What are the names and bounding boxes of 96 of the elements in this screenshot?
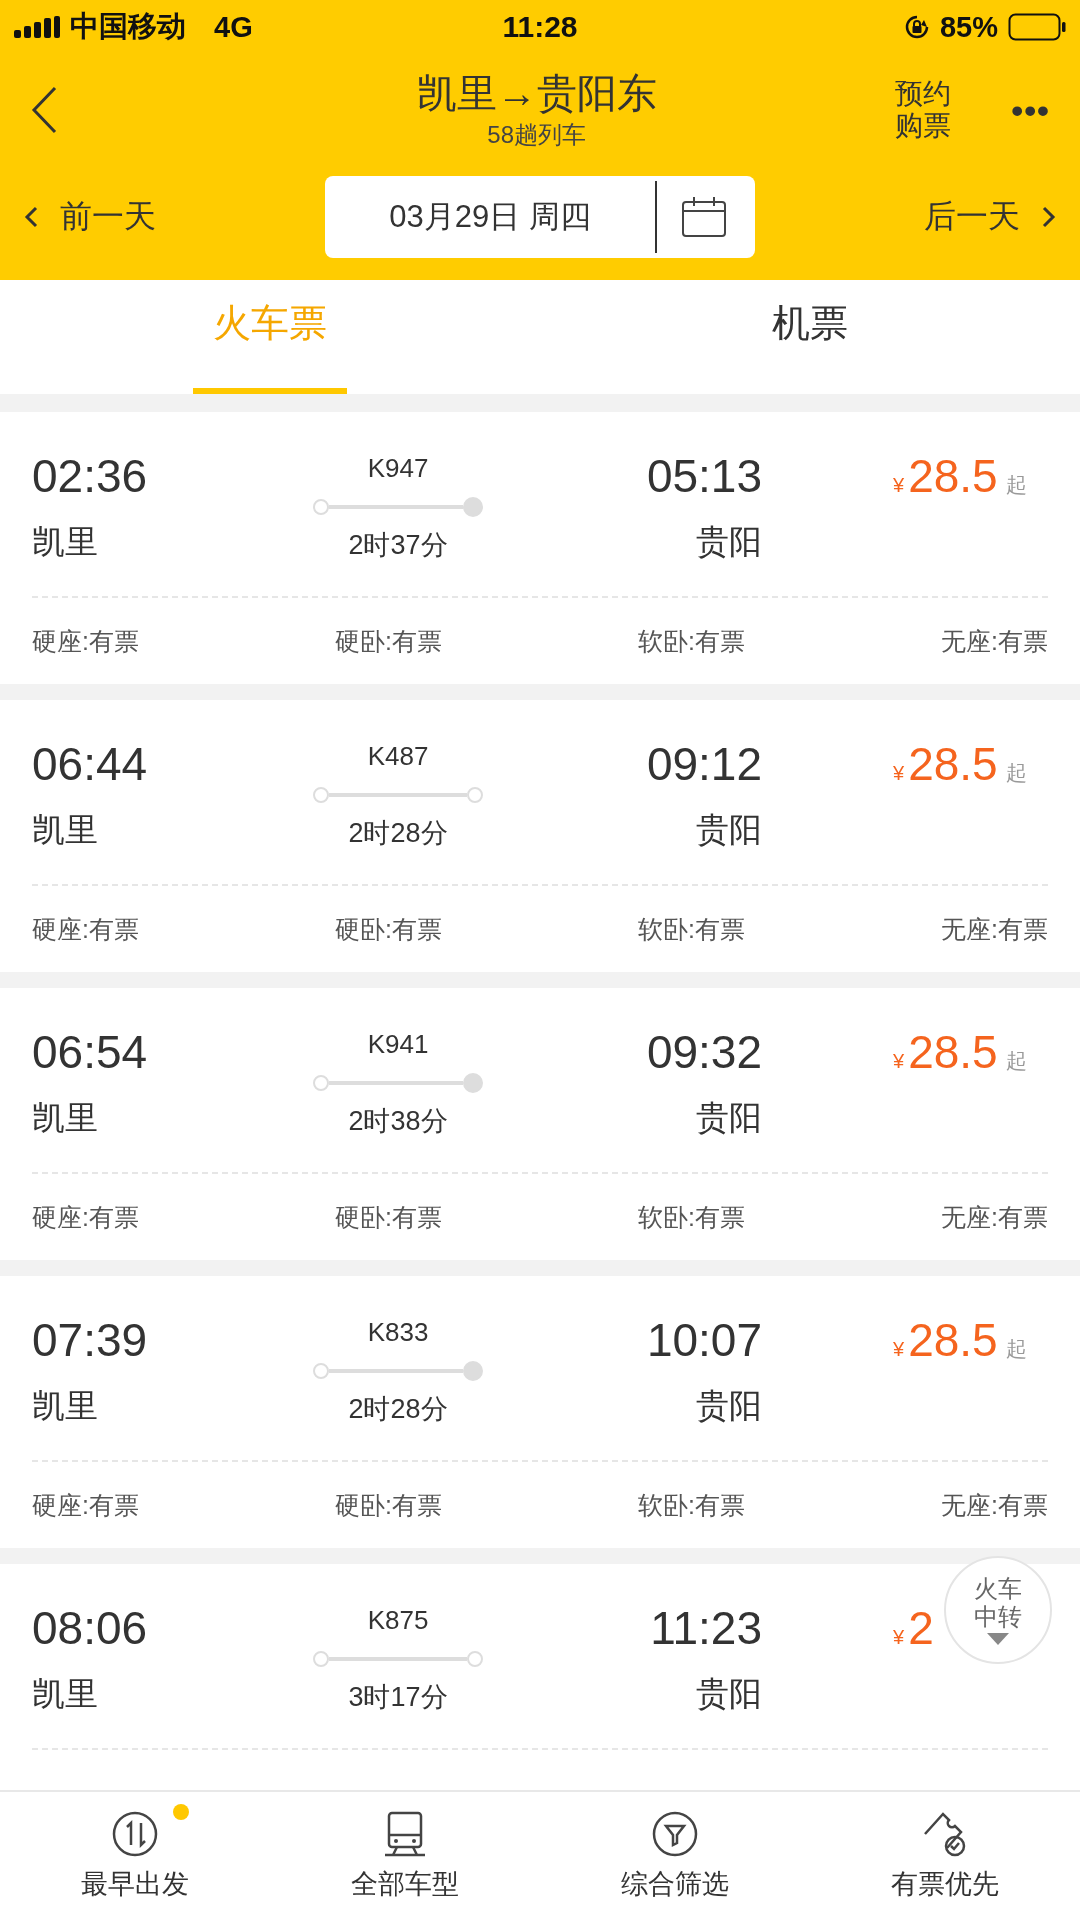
arrival-station: 贵阳 bbox=[696, 1674, 762, 1714]
date-picker[interactable]: 03月29日 周四 bbox=[325, 176, 755, 258]
arrival-time: 11:23 bbox=[650, 1602, 762, 1654]
price-suffix: 起 bbox=[1005, 472, 1027, 498]
carrier-name: 中国移动 bbox=[70, 9, 186, 44]
seat-availability: 硬卧:有票 bbox=[335, 1201, 442, 1233]
price-suffix: 起 bbox=[1005, 1048, 1027, 1074]
battery-icon bbox=[1008, 13, 1066, 41]
departure-dot bbox=[313, 1075, 329, 1091]
more-button[interactable]: ••• bbox=[1011, 90, 1050, 130]
calendar-icon bbox=[681, 196, 727, 238]
seat-availability: 软卧:有票 bbox=[638, 913, 745, 945]
next-day-button[interactable]: 后一天 bbox=[924, 195, 1056, 239]
seat-availability: 硬座:有票 bbox=[32, 913, 139, 945]
travel-duration: 2时28分 bbox=[348, 1393, 448, 1426]
arrival-time: 09:32 bbox=[646, 1026, 762, 1078]
seat-availability: 硬卧:有票 bbox=[335, 625, 442, 657]
seat-availability: 无座:有票 bbox=[941, 1201, 1048, 1233]
arrival-station: 贵阳 bbox=[696, 522, 762, 562]
bottom-tab[interactable]: 有票优先 bbox=[810, 1792, 1080, 1920]
currency-sign: ¥ bbox=[893, 474, 905, 497]
train-card[interactable]: 06:54 凯里 K941 2时38分 09:32 贵阳 ¥28.5 起 硬座:有票 硬卧:有票 软卧:有票 无座:有票 bbox=[0, 988, 1080, 1260]
currency-sign: ¥ bbox=[893, 762, 905, 785]
page-subtitle: 58趟列车 bbox=[487, 120, 586, 150]
ticket-price: 28.5 bbox=[908, 1026, 998, 1078]
seat-availability: 硬座:有票 bbox=[32, 625, 139, 657]
departure-time: 06:44 bbox=[32, 738, 149, 790]
train-card[interactable]: 06:44 凯里 K487 2时28分 09:12 贵阳 ¥28.5 起 硬座:有票 硬卧:有票 软卧:有票 无座:有票 bbox=[0, 700, 1080, 972]
departure-dot bbox=[313, 1651, 329, 1667]
status-time: 11:28 bbox=[501, 10, 579, 44]
currency-sign: ¥ bbox=[893, 1626, 905, 1649]
ticket-price: 28.5 bbox=[908, 738, 998, 790]
back-icon[interactable] bbox=[30, 85, 58, 135]
chevron-left-icon bbox=[24, 206, 38, 228]
seat-availability: 无座:有票 bbox=[941, 625, 1048, 657]
seat-availability: 软卧:有票 bbox=[638, 1489, 745, 1521]
chevron-right-icon bbox=[1042, 206, 1056, 228]
departure-dot bbox=[313, 787, 329, 803]
bottom-tab[interactable]: 综合筛选 bbox=[540, 1792, 810, 1920]
train-number: K875 bbox=[367, 1604, 429, 1637]
seat-availability: 硬卧:有票 bbox=[335, 913, 442, 945]
travel-duration: 3时17分 bbox=[348, 1681, 448, 1714]
caret-down-icon bbox=[987, 1633, 1009, 1645]
seat-availability: 软卧:有票 bbox=[638, 1201, 745, 1233]
arrival-station: 贵阳 bbox=[696, 1098, 762, 1138]
departure-station: 凯里 bbox=[32, 1386, 99, 1426]
train-number: K487 bbox=[367, 740, 429, 773]
departure-time: 07:39 bbox=[32, 1314, 149, 1366]
departure-station: 凯里 bbox=[32, 1098, 99, 1138]
departure-station: 凯里 bbox=[32, 522, 99, 562]
currency-sign: ¥ bbox=[893, 1050, 905, 1073]
seat-availability: 硬卧:有票 bbox=[335, 1489, 442, 1521]
arrival-time: 05:13 bbox=[646, 450, 762, 502]
departure-time: 08:06 bbox=[32, 1602, 149, 1654]
tab[interactable]: 机票 bbox=[710, 280, 910, 394]
train-number: K947 bbox=[367, 452, 429, 485]
seat-availability: 硬座:有票 bbox=[32, 1489, 139, 1521]
price-suffix: 起 bbox=[1005, 1336, 1027, 1362]
page-title: 凯里→贵阳东 bbox=[416, 70, 657, 117]
previous-day-button[interactable]: 前一天 bbox=[24, 195, 156, 239]
train-card[interactable]: 07:39 凯里 K833 2时28分 10:07 贵阳 ¥28.5 起 硬座:有票 硬卧:有票 软卧:有票 无座:有票 bbox=[0, 1276, 1080, 1548]
battery-percent: 85% bbox=[939, 10, 998, 44]
currency-sign: ¥ bbox=[893, 1338, 905, 1361]
price-suffix: 起 bbox=[1005, 760, 1027, 786]
departure-dot bbox=[313, 1363, 329, 1379]
arrival-station: 贵阳 bbox=[696, 1386, 762, 1426]
seat-availability: 无座:有票 bbox=[941, 1489, 1048, 1521]
ticket-price: 2 bbox=[908, 1602, 934, 1654]
bottom-tab[interactable]: 最早出发 bbox=[0, 1792, 270, 1920]
departure-station: 凯里 bbox=[32, 1674, 99, 1714]
sort-icon bbox=[111, 1810, 159, 1858]
departure-dot bbox=[313, 499, 329, 515]
train-card[interactable]: 02:36 凯里 K947 2时37分 05:13 贵阳 ¥28.5 起 硬座:有票 硬卧:有票 软卧:有票 无座:有票 bbox=[0, 412, 1080, 684]
travel-duration: 2时37分 bbox=[348, 529, 448, 562]
departure-station: 凯里 bbox=[32, 810, 99, 850]
seat-availability: 无座:有票 bbox=[941, 913, 1048, 945]
seat-availability: 硬座:有票 bbox=[32, 1201, 139, 1233]
arrival-station: 贵阳 bbox=[696, 810, 762, 850]
bottom-tab[interactable]: 全部车型 bbox=[270, 1792, 540, 1920]
travel-duration: 2时28分 bbox=[348, 817, 448, 850]
departure-time: 02:36 bbox=[32, 450, 149, 502]
filter-icon bbox=[651, 1810, 699, 1858]
signal-icon bbox=[14, 16, 60, 38]
date-text: 03月29日 周四 bbox=[388, 198, 592, 236]
reserve-button[interactable]: 预约购票 bbox=[895, 78, 952, 142]
ticket-price: 28.5 bbox=[908, 1314, 998, 1366]
train-number: K833 bbox=[367, 1316, 429, 1349]
arrival-time: 09:12 bbox=[646, 738, 762, 790]
arrival-time: 10:07 bbox=[646, 1314, 762, 1366]
network-type: 4G bbox=[214, 10, 253, 44]
seat-availability: 软卧:有票 bbox=[638, 625, 745, 657]
ticket-price: 28.5 bbox=[908, 450, 998, 502]
train-number: K941 bbox=[367, 1028, 429, 1061]
departure-time: 06:54 bbox=[32, 1026, 149, 1078]
travel-duration: 2时38分 bbox=[348, 1105, 448, 1138]
rotation-lock-icon bbox=[903, 14, 930, 40]
